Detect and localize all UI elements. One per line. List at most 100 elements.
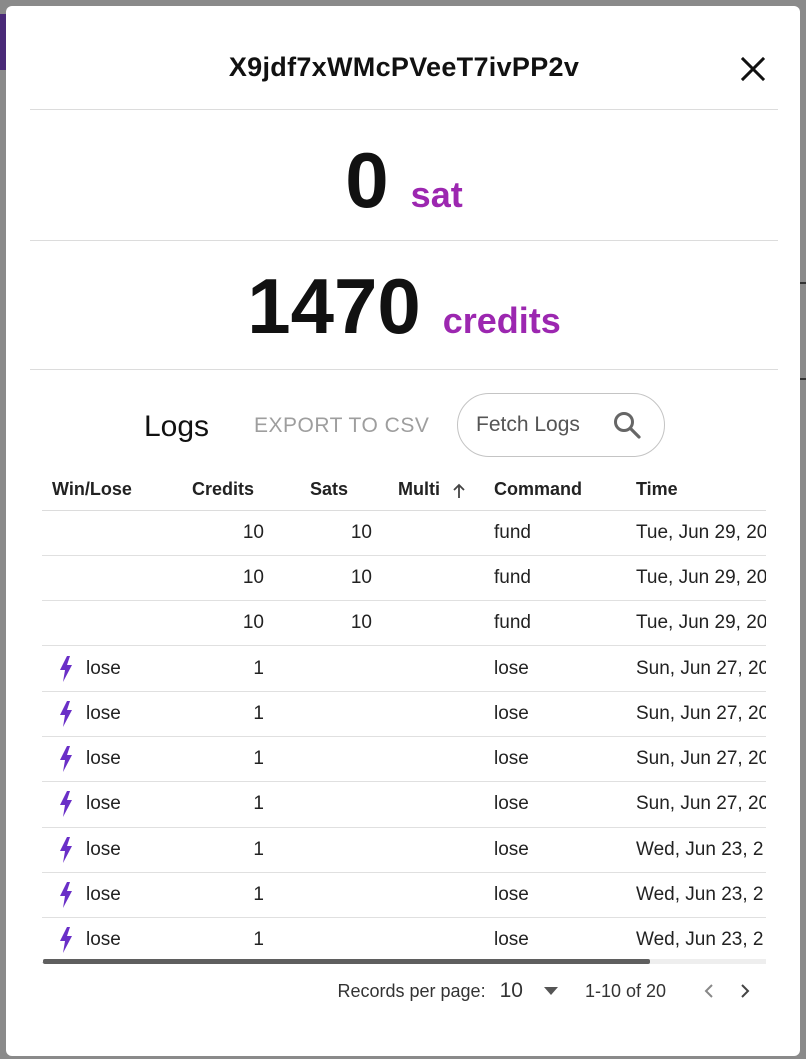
cell-sats [278,917,384,964]
cell-sats [278,691,384,737]
logs-toolbar: Logs EXPORT TO CSV Fetch Logs [6,392,800,458]
win-lose-label: lose [86,657,121,679]
logs-table-container[interactable]: Win/Lose Credits Sats Multi Command Time… [42,470,766,968]
cell-sats [278,827,384,873]
credits-balance-unit: credits [442,300,561,341]
cell-multi [384,600,488,647]
close-icon [740,56,766,82]
table-row[interactable]: 10 10 fund Tue, Jun 29, 20 [42,600,766,647]
table-row[interactable]: 10 10 fund Tue, Jun 29, 20 [42,555,766,602]
cell-credits: 1 [168,736,278,783]
cell-credits: 1 [168,645,278,692]
cell-multi [384,555,488,602]
cell-sats: 10 [278,510,384,556]
table-row[interactable]: lose 1 lose Wed, Jun 23, 2 [42,917,766,964]
cell-time: Sun, Jun 27, 20 [630,781,766,828]
cell-win-lose: lose [42,917,168,964]
records-per-page-select[interactable]: 10 [500,979,559,1003]
export-csv-button[interactable]: EXPORT TO CSV [254,414,429,438]
lightning-bolt-icon [60,791,72,818]
cell-command: lose [488,781,630,828]
background-edge-mark [800,378,806,380]
caret-down-icon [543,987,558,995]
cell-command: fund [488,510,630,556]
fetch-logs-button[interactable]: Fetch Logs [457,393,665,457]
lightning-bolt-icon [60,746,72,773]
logs-title: Logs [144,410,210,443]
table-row[interactable]: lose 1 lose Wed, Jun 23, 2 [42,872,766,919]
pagination: Records per page: 10 1-10 of 20 [337,976,760,1006]
cell-multi [384,781,488,828]
cell-command: lose [488,645,630,692]
cell-win-lose [42,555,168,602]
close-button[interactable] [738,54,768,84]
cell-time: Wed, Jun 23, 2 [630,872,766,919]
fetch-logs-label: Fetch Logs [476,413,580,436]
table-row[interactable]: lose 1 lose Sun, Jun 27, 20 [42,645,766,692]
win-lose-label: lose [86,838,121,860]
column-header-credits[interactable]: Credits [168,470,278,511]
cell-command: fund [488,600,630,647]
table-row[interactable]: lose 1 lose Sun, Jun 27, 20 [42,736,766,783]
cell-command: lose [488,917,630,964]
cell-command: lose [488,827,630,873]
cell-credits: 1 [168,781,278,828]
cell-command: fund [488,555,630,602]
cell-time: Sun, Jun 27, 20 [630,645,766,692]
column-header-multi[interactable]: Multi [384,470,488,511]
cell-credits: 1 [168,827,278,873]
cell-win-lose [42,600,168,647]
win-lose-label: lose [86,748,121,770]
cell-win-lose: lose [42,645,168,692]
column-header-command[interactable]: Command [488,470,630,511]
modal-title: X9jdf7xWMcPVeeT7ivPP2v [228,52,580,82]
cell-time: Sun, Jun 27, 20 [630,691,766,737]
cell-time: Tue, Jun 29, 20 [630,600,766,647]
background-edge-mark [800,282,806,284]
horizontal-scrollbar-thumb[interactable] [43,959,650,964]
cell-win-lose: lose [42,827,168,873]
next-page-button[interactable] [730,976,760,1006]
lightning-bolt-icon [60,700,72,727]
arrow-up-icon [453,483,465,498]
win-lose-label: lose [86,702,121,724]
table-row[interactable]: lose 1 lose Wed, Jun 23, 2 [42,827,766,873]
table-row[interactable]: lose 1 lose Sun, Jun 27, 20 [42,691,766,737]
lightning-bolt-icon [60,836,72,863]
table-header-row: Win/Lose Credits Sats Multi Command Time [42,470,766,511]
cell-credits: 10 [168,555,278,602]
cell-credits: 10 [168,510,278,556]
cell-multi [384,645,488,692]
logs-table-body: 10 10 fund Tue, Jun 29, 20 10 10 fund Tue, Jun … [42,510,766,964]
cell-win-lose: lose [42,736,168,783]
cell-sats [278,872,384,919]
chevron-right-icon [741,984,750,998]
previous-page-button[interactable] [694,976,724,1006]
sat-balance-unit: sat [410,174,463,215]
credits-balance: 1470 credits [30,241,778,370]
cell-credits: 1 [168,917,278,964]
cell-sats: 10 [278,600,384,647]
cell-credits: 1 [168,691,278,737]
cell-sats [278,781,384,828]
cell-multi [384,691,488,737]
cell-sats [278,645,384,692]
column-header-sats[interactable]: Sats [278,470,384,511]
table-row[interactable]: lose 1 lose Sun, Jun 27, 20 [42,781,766,828]
cell-multi [384,510,488,556]
cell-multi [384,917,488,964]
credits-balance-value: 1470 [247,262,421,350]
lightning-bolt-icon [60,655,72,682]
win-lose-label: lose [86,793,121,815]
cell-credits: 1 [168,872,278,919]
cell-multi [384,872,488,919]
column-header-win-lose[interactable]: Win/Lose [42,470,168,511]
win-lose-label: lose [86,929,121,951]
records-per-page-label: Records per page: [337,980,486,1001]
cell-time: Tue, Jun 29, 20 [630,510,766,556]
column-header-multi-label: Multi [398,479,440,500]
column-header-time[interactable]: Time [630,470,766,511]
cell-command: lose [488,691,630,737]
table-row[interactable]: 10 10 fund Tue, Jun 29, 20 [42,510,766,556]
cell-time: Sun, Jun 27, 20 [630,736,766,783]
